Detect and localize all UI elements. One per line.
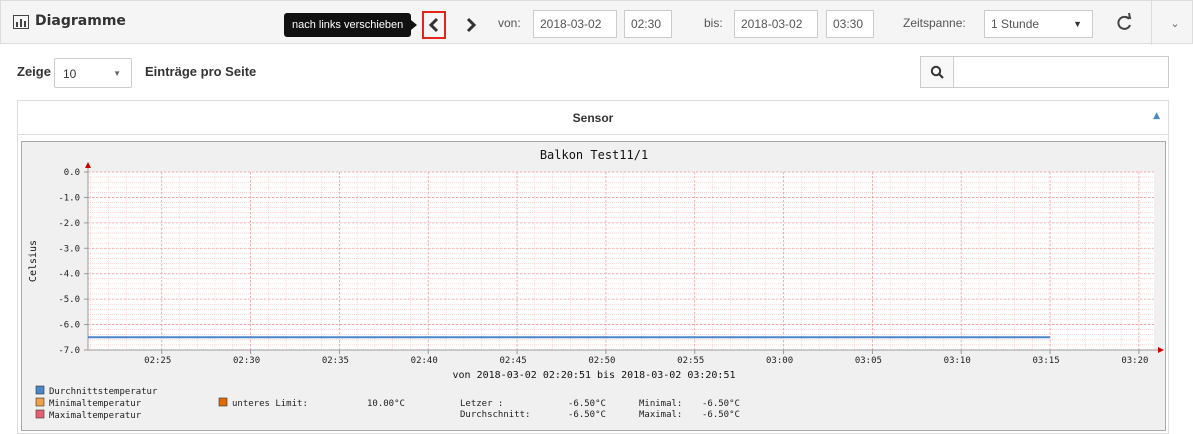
select-caret-icon: ▼ <box>113 69 121 78</box>
zeitspanne-value: 1 Stunde <box>991 17 1040 31</box>
legend-label: Minimaltemperatur <box>49 399 142 409</box>
von-time-input[interactable]: 02:30 <box>624 10 672 38</box>
select-caret-icon: ▼ <box>1073 19 1082 29</box>
von-date-input[interactable]: 2018-03-02 <box>533 10 617 38</box>
y-tick-label: -4.0 <box>58 270 80 280</box>
shift-right-button[interactable] <box>459 11 483 39</box>
limit-swatch <box>218 397 228 407</box>
shift-left-button[interactable] <box>422 11 446 39</box>
collapse-chevron-icon[interactable]: ⌄ <box>1164 13 1186 35</box>
sensor-table: Sensor ▲ 0.0 -1.0 -2.0 -3.0 -4.0 -5.0 -6.0 -7.0… <box>17 100 1169 434</box>
legend-swatch <box>35 409 45 419</box>
limit-value: 10.00°C <box>367 399 405 409</box>
y-tick-label: -5.0 <box>58 295 80 305</box>
search-input[interactable] <box>953 56 1169 88</box>
x-tick-label: 03:20 <box>1121 356 1148 366</box>
x-tick-label: 02:45 <box>500 356 527 366</box>
stat-average-value: -6.50°C <box>568 410 606 420</box>
chart-title: Balkon Test11/1 <box>540 148 648 162</box>
entries-per-page-label: Einträge pro Seite <box>145 64 257 79</box>
column-header-sensor: Sensor <box>572 111 614 125</box>
bis-label: bis: <box>704 16 723 30</box>
page-size-select[interactable]: 10 ▼ <box>54 58 132 88</box>
refresh-icon[interactable] <box>1115 13 1133 33</box>
stat-min-label: Minimal: <box>639 399 682 409</box>
y-tick-label: 0.0 <box>64 168 80 178</box>
page-size-value: 10 <box>63 67 77 81</box>
stat-min-value: -6.50°C <box>702 399 740 409</box>
chart-panel: 0.0 -1.0 -2.0 -3.0 -4.0 -5.0 -6.0 -7.0 02:25 02:3… <box>21 141 1166 431</box>
stat-last-value: -6.50°C <box>568 399 606 409</box>
x-tick-label: 02:50 <box>588 356 615 366</box>
x-tick-label: 02:35 <box>322 356 349 366</box>
bis-date-input[interactable]: 2018-03-02 <box>734 10 818 38</box>
x-tick-label: 03:05 <box>855 356 882 366</box>
panel-header: Diagramme nach links verschieben von: 20… <box>0 0 1193 45</box>
x-tick-label: 03:10 <box>944 356 971 366</box>
stat-average-label: Durchschnitt: <box>460 410 530 420</box>
x-tick-label: 02:30 <box>233 356 260 366</box>
search-button[interactable] <box>920 56 954 88</box>
y-axis-label: Celsius <box>28 240 39 282</box>
legend-swatch <box>35 385 45 395</box>
table-header[interactable]: Sensor ▲ <box>18 101 1168 135</box>
line-chart: 0.0 -1.0 -2.0 -3.0 -4.0 -5.0 -6.0 -7.0 02:25 02:3… <box>28 148 1164 421</box>
x-tick-label: 03:00 <box>766 356 793 366</box>
legend-swatch <box>35 397 45 407</box>
limit-label: unteres Limit: <box>232 399 308 409</box>
bar-chart-icon <box>13 15 29 29</box>
plot-area <box>88 172 1154 350</box>
tooltip: nach links verschieben <box>284 13 418 37</box>
x-tick-label: 02:40 <box>411 356 438 366</box>
y-tick-label: -1.0 <box>58 193 80 203</box>
y-tick-label: -3.0 <box>58 244 80 254</box>
sort-ascending-icon[interactable]: ▲ <box>1153 111 1160 121</box>
panel-title: Diagramme <box>35 13 126 29</box>
header-divider <box>1151 1 1152 45</box>
y-axis-arrow <box>85 162 91 168</box>
von-label: von: <box>498 16 521 30</box>
legend-label: Maximaltemperatur <box>49 411 142 421</box>
bis-time-input[interactable]: 03:30 <box>826 10 874 38</box>
show-label: Zeige <box>17 64 51 79</box>
x-axis-arrow <box>1158 347 1164 353</box>
stat-max-value: -6.50°C <box>702 410 740 420</box>
stat-max-label: Maximal: <box>639 410 682 420</box>
x-axis-label: von 2018-03-02 02:20:51 bis 2018-03-02 0… <box>453 370 736 381</box>
x-tick-label: 02:25 <box>144 356 171 366</box>
chevron-left-icon <box>428 17 439 33</box>
zeitspanne-select[interactable]: 1 Stunde ▼ <box>984 10 1093 38</box>
x-tick-label: 02:55 <box>677 356 704 366</box>
chevron-right-icon <box>466 17 477 33</box>
legend-label: Durchnittstemperatur <box>49 387 158 397</box>
y-tick-label: -6.0 <box>58 321 80 331</box>
stat-last-label: Letzer : <box>460 399 503 409</box>
search-icon <box>930 65 944 79</box>
zeitspanne-label: Zeitspanne: <box>903 16 966 30</box>
y-tick-label: -2.0 <box>58 219 80 229</box>
x-tick-label: 03:15 <box>1033 356 1060 366</box>
y-tick-label: -7.0 <box>58 346 80 356</box>
